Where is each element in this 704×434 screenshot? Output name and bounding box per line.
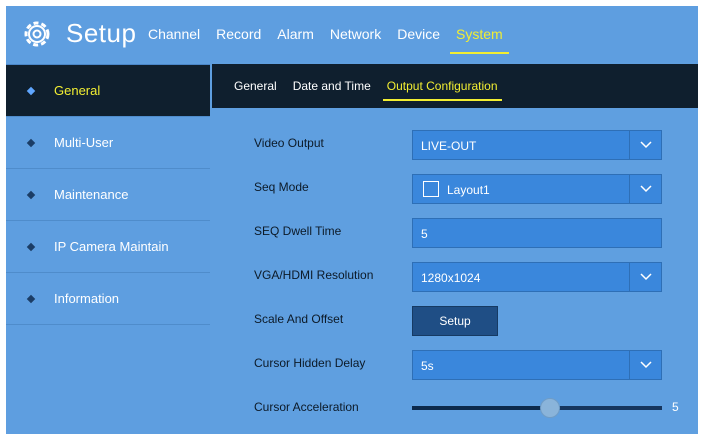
settings-panel: Video Output LIVE-OUT Seq Mode Layout1 S… xyxy=(212,108,698,434)
sidebar-item-label: General xyxy=(54,83,101,98)
cursor-hidden-delay-row: Cursor Hidden Delay 5s xyxy=(212,346,698,382)
sidebar-item-label: Multi-User xyxy=(54,135,114,150)
sidebar-item-maintenance[interactable]: Maintenance xyxy=(6,169,210,221)
top-bar: Setup Channel Record Alarm Network Devic… xyxy=(6,6,698,62)
chevron-down-icon[interactable] xyxy=(629,351,661,379)
diamond-bullet-icon xyxy=(26,86,36,95)
slider-thumb[interactable] xyxy=(539,398,560,418)
seq-mode-select[interactable]: Layout1 xyxy=(412,174,662,204)
video-output-label: Video Output xyxy=(254,136,324,150)
setup-window: Setup Channel Record Alarm Network Devic… xyxy=(6,6,698,434)
chevron-down-icon[interactable] xyxy=(629,175,661,203)
tab-alarm[interactable]: Alarm xyxy=(277,26,314,42)
top-tabs: Channel Record Alarm Network Device Syst… xyxy=(148,6,519,62)
sidebar-item-label: Information xyxy=(54,291,120,306)
scale-offset-setup-button[interactable]: Setup xyxy=(412,306,498,336)
cursor-acceleration-slider[interactable] xyxy=(412,398,662,418)
video-output-row: Video Output LIVE-OUT xyxy=(212,126,698,162)
seq-dwell-time-label: SEQ Dwell Time xyxy=(254,224,342,238)
resolution-label: VGA/HDMI Resolution xyxy=(254,268,374,282)
seq-mode-value: Layout1 xyxy=(447,183,490,197)
sidebar-item-multi-user[interactable]: Multi-User xyxy=(6,117,210,169)
subtab-general[interactable]: General xyxy=(234,79,277,93)
sub-tabs: General Date and Time Output Configurati… xyxy=(212,64,698,108)
diamond-bullet-icon xyxy=(26,242,36,251)
diamond-bullet-icon xyxy=(26,294,36,303)
diamond-bullet-icon xyxy=(26,190,36,199)
scale-offset-row: Scale And Offset Setup xyxy=(212,302,698,338)
cursor-hidden-delay-label: Cursor Hidden Delay xyxy=(254,356,366,370)
scale-offset-label: Scale And Offset xyxy=(254,312,344,326)
sidebar-item-label: IP Camera Maintain xyxy=(54,239,169,254)
cursor-hidden-delay-select[interactable]: 5s xyxy=(412,350,662,380)
app-title: Setup xyxy=(66,18,137,48)
tab-channel[interactable]: Channel xyxy=(148,26,200,42)
resolution-row: VGA/HDMI Resolution 1280x1024 xyxy=(212,258,698,294)
tab-system[interactable]: System xyxy=(450,26,509,54)
diamond-bullet-icon xyxy=(26,138,36,147)
seq-dwell-time-value: 5 xyxy=(421,227,428,241)
seq-dwell-time-input[interactable]: 5 xyxy=(412,218,662,248)
subtab-output-configuration[interactable]: Output Configuration xyxy=(382,79,502,101)
subtab-date-and-time[interactable]: Date and Time xyxy=(293,79,371,93)
sidebar-item-label: Maintenance xyxy=(54,187,129,202)
cursor-hidden-delay-value: 5s xyxy=(421,359,434,373)
chevron-down-icon[interactable] xyxy=(629,131,661,159)
tab-record[interactable]: Record xyxy=(216,26,261,42)
seq-mode-row: Seq Mode Layout1 xyxy=(212,170,698,206)
video-output-select[interactable]: LIVE-OUT xyxy=(412,130,662,160)
seq-dwell-time-row: SEQ Dwell Time 5 xyxy=(212,214,698,250)
cursor-acceleration-value: 5 xyxy=(672,400,679,414)
chevron-down-icon[interactable] xyxy=(629,263,661,291)
tab-network[interactable]: Network xyxy=(330,26,381,42)
sidebar: General Multi-User Maintenance IP Camera… xyxy=(6,64,210,434)
sidebar-item-general[interactable]: General xyxy=(6,65,210,117)
sidebar-item-information[interactable]: Information xyxy=(6,273,210,325)
resolution-value: 1280x1024 xyxy=(421,271,481,285)
resolution-select[interactable]: 1280x1024 xyxy=(412,262,662,292)
cursor-acceleration-label: Cursor Acceleration xyxy=(254,400,359,414)
tab-device[interactable]: Device xyxy=(397,26,440,42)
cursor-acceleration-row: Cursor Acceleration 5 xyxy=(212,390,698,426)
layout-checkbox[interactable] xyxy=(423,181,439,197)
seq-mode-label: Seq Mode xyxy=(254,180,309,194)
sidebar-item-ip-camera-maintain[interactable]: IP Camera Maintain xyxy=(6,221,210,273)
video-output-value: LIVE-OUT xyxy=(421,139,477,153)
slider-fill xyxy=(412,406,550,410)
gear-icon xyxy=(24,21,50,47)
